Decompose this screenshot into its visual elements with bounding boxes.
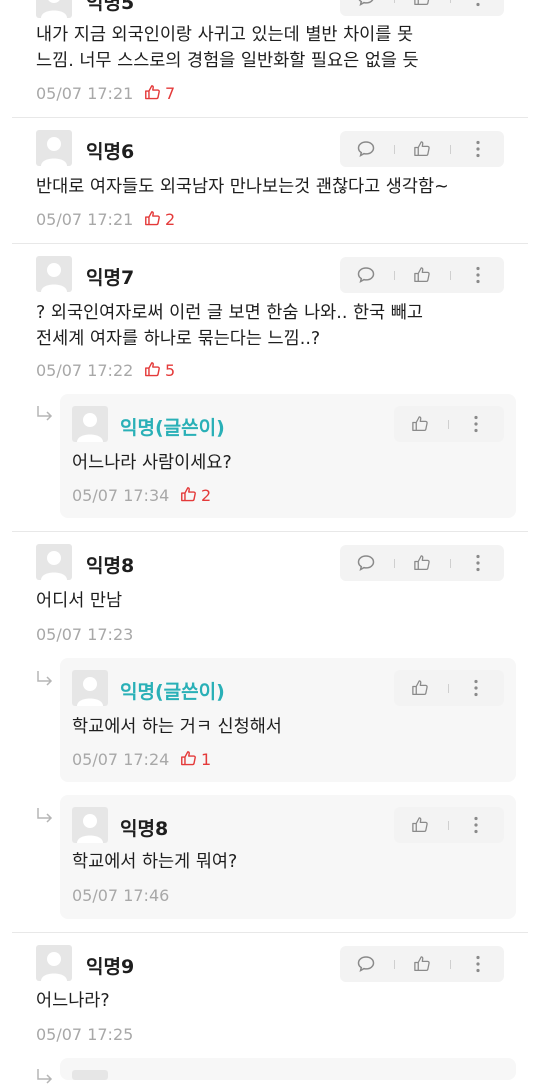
vote-count: 5 <box>144 361 175 380</box>
more-icon[interactable] <box>450 406 502 442</box>
reply-time: 05/07 17:46 <box>72 886 170 905</box>
reply-time: 05/07 17:34 <box>72 486 170 505</box>
comment-text: 어디서 만남 <box>36 591 123 611</box>
more-icon[interactable] <box>452 131 504 167</box>
comment-actions <box>340 545 504 581</box>
reply-arrow-icon <box>37 671 53 686</box>
reply-card: 익명(글쓴이) 어느나라 사람이세요? 05/07 17:34 2 <box>60 394 516 518</box>
avatar <box>72 670 108 706</box>
comment-time: 05/07 17:25 <box>36 1025 134 1044</box>
reply-icon[interactable] <box>340 545 392 581</box>
vote-count: 1 <box>180 750 211 769</box>
comment-text: 어느나라? <box>36 991 110 1011</box>
comment-author: 익명5 <box>86 0 135 14</box>
comment-actions <box>340 0 504 16</box>
reply-arrow-icon <box>37 808 53 823</box>
thumbs-up-icon <box>145 362 160 377</box>
reply-card: 익명(글쓴이) 학교에서 하는 거ㅋ 신청해서 05/07 17:24 1 <box>60 658 516 782</box>
comment-author: 익명6 <box>86 141 135 163</box>
reply-actions <box>394 406 504 442</box>
thumbs-up-icon[interactable] <box>396 946 448 982</box>
avatar <box>72 1070 108 1080</box>
reply-arrow-icon <box>37 406 53 421</box>
thumbs-up-icon <box>145 85 160 100</box>
comment-time: 05/07 17:21 <box>36 210 134 229</box>
thumbs-up-icon[interactable] <box>394 406 446 442</box>
thumbs-up-icon[interactable] <box>394 670 446 706</box>
comment-time: 05/07 17:23 <box>36 625 134 644</box>
avatar <box>36 544 72 580</box>
vote-count: 2 <box>144 210 175 229</box>
thumbs-up-icon <box>145 211 160 226</box>
thumbs-up-icon[interactable] <box>396 131 448 167</box>
avatar <box>36 945 72 981</box>
more-icon[interactable] <box>452 257 504 293</box>
comment-text: 느낌. 너무 스스로의 경험을 일반화할 필요은 없을 듯 <box>36 51 419 71</box>
reply-actions <box>394 807 504 843</box>
avatar <box>36 130 72 166</box>
comment-actions <box>340 257 504 293</box>
reply-card <box>60 1058 516 1080</box>
comment-time: 05/07 17:22 <box>36 361 134 380</box>
thumbs-up-icon <box>181 751 196 766</box>
comment-text: 전세계 여자를 하나로 묶는다는 느낌..? <box>36 329 321 349</box>
avatar <box>36 0 72 18</box>
avatar <box>36 256 72 292</box>
comment-text: 내가 지금 외국인이랑 사귀고 있는데 별반 차이를 못 <box>36 25 414 45</box>
comment-text: 반대로 여자들도 외국남자 만나보는것 괜찮다고 생각함~ <box>36 177 449 197</box>
comment-author: 익명8 <box>120 818 169 840</box>
comment-author: 익명8 <box>86 555 135 577</box>
more-icon[interactable] <box>452 0 504 16</box>
reply-arrow-icon <box>37 1069 53 1084</box>
comment-author-op: 익명(글쓴이) <box>120 681 225 703</box>
reply-icon[interactable] <box>340 946 392 982</box>
thumbs-up-icon[interactable] <box>396 0 448 16</box>
reply-text: 학교에서 하는 거ㅋ 신청해서 <box>72 717 282 737</box>
more-icon[interactable] <box>452 946 504 982</box>
thumbs-up-icon[interactable] <box>396 545 448 581</box>
vote-count: 2 <box>180 486 211 505</box>
more-icon[interactable] <box>450 670 502 706</box>
reply-icon[interactable] <box>340 257 392 293</box>
reply-card: 익명8 학교에서 하는게 뭐여? 05/07 17:46 <box>60 795 516 919</box>
thumbs-up-icon <box>181 487 196 502</box>
comment-text: ? 외국인여자로써 이런 글 보면 한숨 나와.. 한국 빼고 <box>36 303 423 323</box>
avatar <box>72 807 108 843</box>
more-icon[interactable] <box>450 807 502 843</box>
reply-text: 어느나라 사람이세요? <box>72 453 232 473</box>
reply-actions <box>394 670 504 706</box>
reply-time: 05/07 17:24 <box>72 750 170 769</box>
reply-icon[interactable] <box>340 131 392 167</box>
comment-author: 익명7 <box>86 267 135 289</box>
more-icon[interactable] <box>452 545 504 581</box>
reply-icon[interactable] <box>340 0 392 16</box>
comment-time: 05/07 17:21 <box>36 84 134 103</box>
avatar <box>72 406 108 442</box>
vote-count: 7 <box>144 84 175 103</box>
thumbs-up-icon[interactable] <box>394 807 446 843</box>
comment-author: 익명9 <box>86 956 135 978</box>
comment-author-op: 익명(글쓴이) <box>120 417 225 439</box>
comment-actions <box>340 946 504 982</box>
reply-text: 학교에서 하는게 뭐여? <box>72 852 238 872</box>
comment-actions <box>340 131 504 167</box>
thumbs-up-icon[interactable] <box>396 257 448 293</box>
